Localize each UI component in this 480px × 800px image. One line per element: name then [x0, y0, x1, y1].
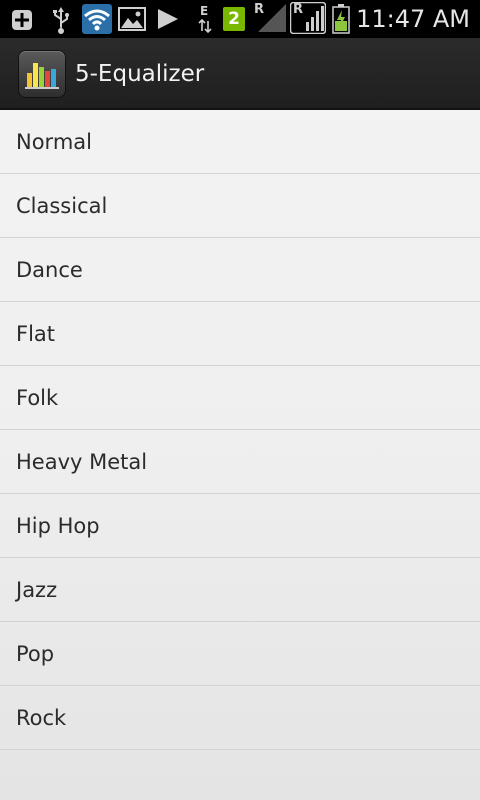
roaming-label-2: R — [293, 2, 304, 17]
preset-label: Classical — [16, 194, 108, 218]
usb-icon — [50, 5, 72, 39]
preset-list: Normal Classical Dance Flat Folk Heavy M… — [0, 110, 480, 750]
wifi-icon — [82, 4, 112, 38]
preset-label: Flat — [16, 322, 56, 346]
preset-label: Rock — [16, 706, 67, 730]
signal-icon: R — [254, 3, 288, 33]
battery-charging-icon — [332, 4, 350, 38]
signal-icon: R — [290, 2, 326, 34]
preset-item-rock[interactable]: Rock — [0, 686, 480, 750]
preset-item-flat[interactable]: Flat — [0, 302, 480, 366]
preset-label: Hip Hop — [16, 514, 100, 538]
preset-label: Pop — [16, 642, 55, 666]
preset-label: Heavy Metal — [16, 450, 148, 474]
play-icon — [156, 8, 180, 34]
preset-label: Folk — [16, 386, 59, 410]
sim-slot-label: 2 — [228, 9, 240, 29]
network-type-label: E — [200, 4, 209, 18]
status-clock: 11:47 AM — [356, 5, 470, 33]
equalizer-app-icon[interactable] — [19, 51, 65, 97]
app-title: 5-Equalizer — [75, 61, 205, 87]
preset-item-jazz[interactable]: Jazz — [0, 558, 480, 622]
preset-label: Dance — [16, 258, 83, 282]
data-arrows-icon: E — [198, 4, 212, 34]
preset-item-dance[interactable]: Dance — [0, 238, 480, 302]
status-bar: E 2 R R 11:47 AM — [0, 0, 480, 38]
preset-item-hip-hop[interactable]: Hip Hop — [0, 494, 480, 558]
preset-label: Jazz — [16, 578, 58, 602]
sim-badge-icon: 2 — [223, 7, 245, 31]
gallery-icon — [118, 7, 146, 35]
preset-item-pop[interactable]: Pop — [0, 622, 480, 686]
action-bar: 5-Equalizer — [0, 38, 480, 110]
preset-item-normal[interactable]: Normal — [0, 110, 480, 174]
add-icon — [10, 8, 34, 36]
preset-item-heavy-metal[interactable]: Heavy Metal — [0, 430, 480, 494]
preset-label: Normal — [16, 130, 92, 154]
preset-item-classical[interactable]: Classical — [0, 174, 480, 238]
preset-item-folk[interactable]: Folk — [0, 366, 480, 430]
